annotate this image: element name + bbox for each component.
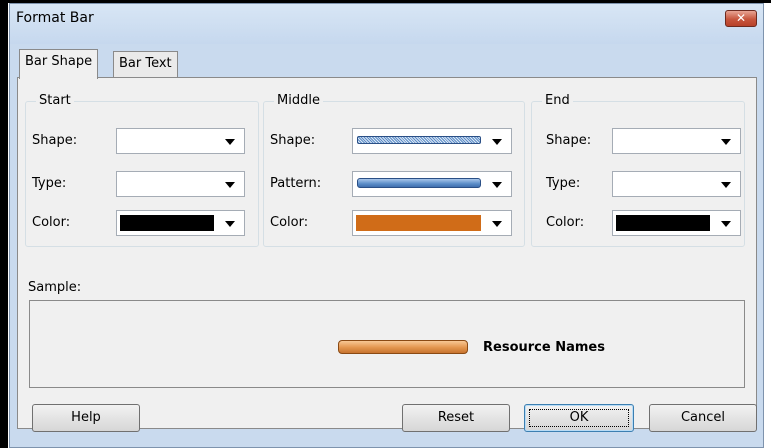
bar-shape-panel: Start Shape: Type: Color: Middle Shape: [17,77,757,429]
middle-pattern-dropdown[interactable] [352,171,512,197]
help-button[interactable]: Help [32,404,140,432]
start-type-label: Type: [32,176,67,191]
help-button-label: Help [71,410,101,425]
end-shape-dropdown[interactable] [612,128,741,154]
end-color-dropdown[interactable] [612,210,741,236]
end-color-swatch [616,215,710,231]
chevron-down-icon [492,182,502,188]
group-title-end: End [542,93,573,108]
sample-label: Sample: [28,280,82,295]
chevron-down-icon [721,182,731,188]
start-shape-dropdown[interactable] [116,128,245,154]
window-title: Format Bar [16,10,94,26]
middle-shape-dropdown[interactable] [352,128,512,154]
middle-group: Middle Shape: Pattern: Color: [263,93,525,247]
group-title-middle: Middle [274,93,323,108]
chevron-down-icon [721,221,731,227]
end-type-label: Type: [546,176,581,191]
chevron-down-icon [225,139,235,145]
middle-pattern-preview [357,178,481,188]
title-bar: Format Bar ✕ [10,4,763,44]
middle-color-swatch [356,215,481,231]
background-window-edge [0,0,8,448]
ok-button-label: OK [569,410,589,425]
sample-bar-text: Resource Names [483,340,605,355]
start-color-dropdown[interactable] [116,210,245,236]
ok-button[interactable]: OK [524,404,634,432]
start-color-swatch [120,215,214,231]
middle-pattern-label: Pattern: [270,176,322,191]
start-type-dropdown[interactable] [116,171,245,197]
start-group: Start Shape: Type: Color: [25,93,259,247]
tab-label: Bar Text [119,56,172,71]
middle-shape-label: Shape: [270,133,316,148]
tab-bar-shape[interactable]: Bar Shape [19,49,99,79]
chevron-down-icon [492,139,502,145]
middle-shape-preview [357,136,481,144]
close-icon[interactable]: ✕ [725,10,757,27]
sample-preview: Resource Names [29,300,745,388]
chevron-down-icon [492,221,502,227]
sample-bar [338,340,468,354]
chevron-down-icon [225,221,235,227]
chevron-down-icon [721,139,731,145]
chevron-down-icon [225,182,235,188]
end-type-dropdown[interactable] [612,171,741,197]
start-shape-label: Shape: [32,133,78,148]
end-group: End Shape: Type: Color: [531,93,745,247]
cancel-button-label: Cancel [680,410,726,425]
tab-label: Bar Shape [25,54,93,69]
tab-bar-text[interactable]: Bar Text [113,51,178,77]
cancel-button[interactable]: Cancel [649,404,757,432]
reset-button-label: Reset [437,410,475,425]
group-title-start: Start [36,93,74,108]
middle-color-dropdown[interactable] [352,210,512,236]
reset-button[interactable]: Reset [402,404,510,432]
start-color-label: Color: [32,215,71,230]
format-bar-dialog: Format Bar ✕ Bar Shape Bar Text Start Sh… [9,3,764,448]
end-color-label: Color: [546,215,585,230]
end-shape-label: Shape: [546,133,592,148]
middle-color-label: Color: [270,215,309,230]
